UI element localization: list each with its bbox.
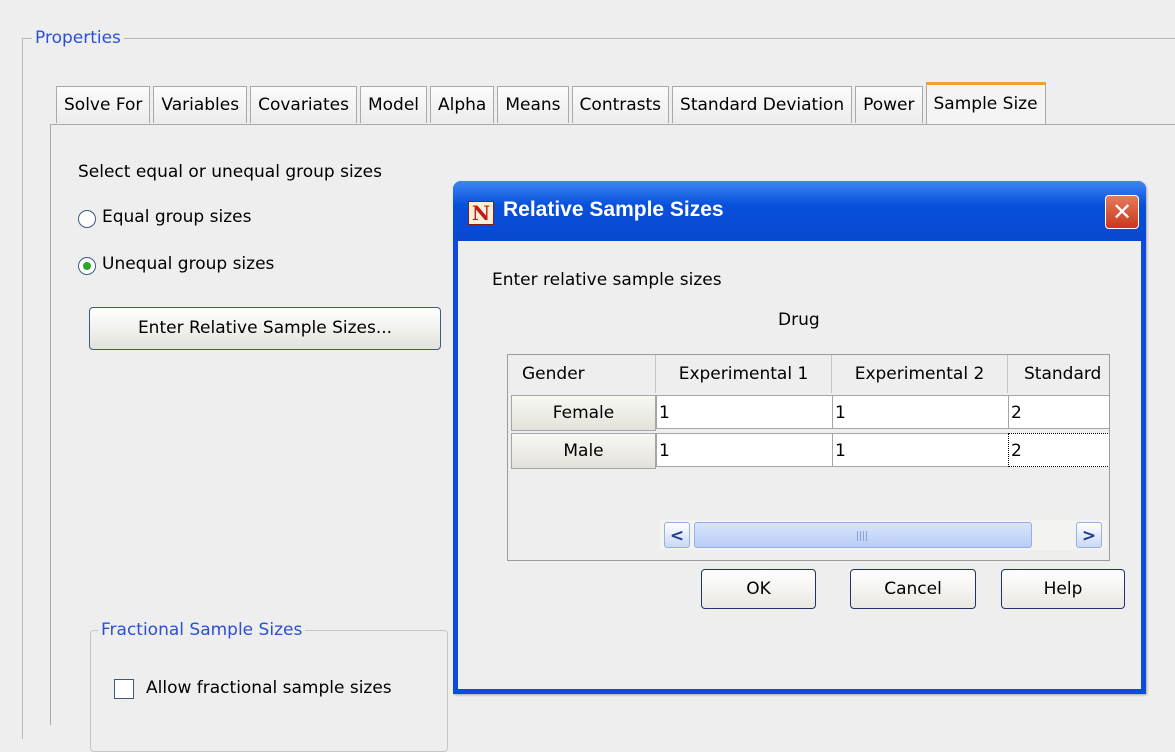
- table-cell[interactable]: 1: [656, 433, 833, 467]
- tab-strip: Solve For Variables Covariates Model Alp…: [56, 82, 1046, 125]
- tab-alpha[interactable]: Alpha: [430, 86, 495, 123]
- row-header-male[interactable]: Male: [511, 433, 656, 469]
- unequal-group-sizes-radio[interactable]: [78, 257, 96, 275]
- tab-variables[interactable]: Variables: [153, 86, 248, 123]
- app-logo-icon: N: [468, 201, 494, 225]
- dialog-titlebar[interactable]: N Relative Sample Sizes ✕: [453, 181, 1146, 241]
- column-header[interactable]: Experimental 1: [656, 355, 832, 393]
- allow-fractional-label[interactable]: Allow fractional sample sizes: [146, 678, 392, 698]
- relative-sample-sizes-dialog: N Relative Sample Sizes ✕ Enter relative…: [453, 181, 1146, 694]
- row-header-female[interactable]: Female: [511, 395, 656, 431]
- tab-power[interactable]: Power: [855, 86, 923, 123]
- table-cell-focused[interactable]: 2: [1008, 433, 1109, 467]
- scrollbar-thumb[interactable]: [694, 522, 1032, 548]
- equal-group-sizes-radio[interactable]: [78, 210, 96, 228]
- dialog-prompt: Enter relative sample sizes: [492, 270, 722, 290]
- ok-button[interactable]: OK: [701, 569, 816, 609]
- dialog-body: Enter relative sample sizes Drug Gender …: [458, 241, 1141, 689]
- relative-sizes-table: Gender Experimental 1 Experimental 2 Sta…: [507, 354, 1110, 561]
- table-cell[interactable]: 1: [832, 433, 1009, 467]
- help-button[interactable]: Help: [1001, 569, 1125, 609]
- enter-relative-sample-sizes-button[interactable]: Enter Relative Sample Sizes...: [89, 307, 441, 350]
- tab-contrasts[interactable]: Contrasts: [571, 86, 670, 123]
- tab-means[interactable]: Means: [497, 86, 569, 123]
- table-cell[interactable]: 2: [1008, 395, 1109, 429]
- dialog-title: Relative Sample Sizes: [503, 198, 724, 221]
- table-cell[interactable]: 1: [656, 395, 833, 429]
- column-header[interactable]: Experimental 2: [832, 355, 1008, 393]
- radio-selected-dot: [83, 262, 91, 270]
- tab-model[interactable]: Model: [359, 86, 428, 123]
- properties-title: Properties: [32, 28, 124, 48]
- tab-sample-size[interactable]: Sample Size: [925, 82, 1046, 125]
- scroll-right-icon[interactable]: >: [1076, 522, 1102, 548]
- close-icon[interactable]: ✕: [1105, 195, 1139, 229]
- tab-solve-for[interactable]: Solve For: [56, 86, 151, 123]
- unequal-group-sizes-label[interactable]: Unequal group sizes: [102, 254, 274, 274]
- allow-fractional-checkbox[interactable]: [114, 679, 134, 699]
- scroll-left-icon[interactable]: <: [664, 522, 690, 548]
- equal-group-sizes-label[interactable]: Equal group sizes: [102, 207, 251, 227]
- fractional-sample-sizes-title: Fractional Sample Sizes: [98, 620, 306, 640]
- row-header-column-label: Gender: [508, 355, 656, 393]
- grip-icon: [857, 531, 869, 541]
- tab-covariates[interactable]: Covariates: [250, 86, 357, 123]
- group-size-prompt: Select equal or unequal group sizes: [78, 162, 382, 182]
- column-header[interactable]: Standard: [1008, 355, 1109, 393]
- factor-label: Drug: [778, 310, 820, 330]
- cancel-button[interactable]: Cancel: [850, 569, 976, 609]
- horizontal-scrollbar[interactable]: < >: [660, 520, 1107, 550]
- table-cell[interactable]: 1: [832, 395, 1009, 429]
- tab-standard-deviation[interactable]: Standard Deviation: [672, 86, 853, 123]
